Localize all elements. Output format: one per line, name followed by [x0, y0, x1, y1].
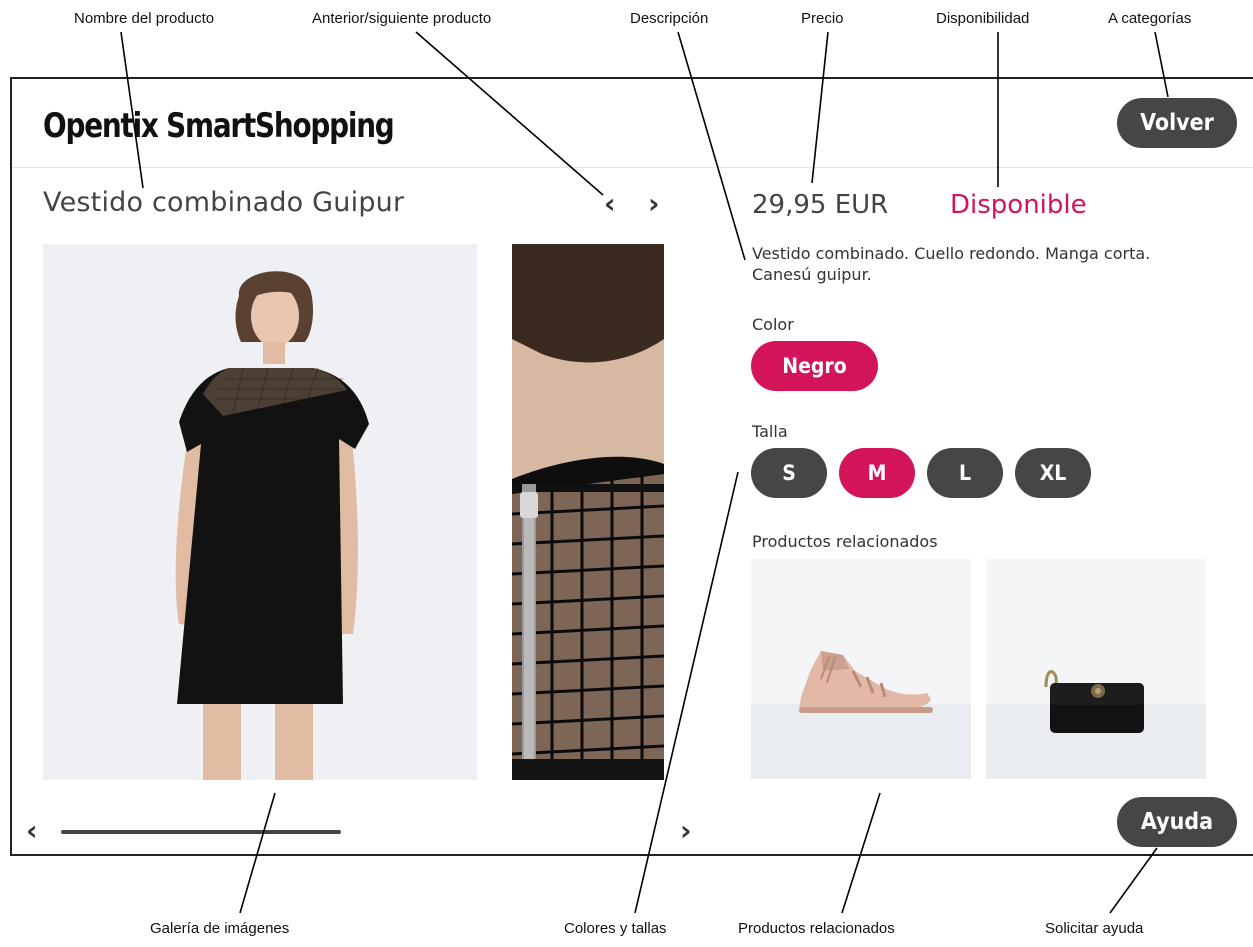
app-logo: Opentix SmartShopping — [43, 106, 395, 146]
annotation-availability: Disponibilidad — [936, 10, 1030, 27]
color-label: Color — [752, 315, 794, 334]
app-window: Opentix SmartShopping Volver Vestido com… — [10, 77, 1253, 856]
availability-status: Disponible — [950, 190, 1087, 220]
header-divider — [12, 167, 1253, 168]
help-button[interactable]: Ayuda — [1117, 797, 1237, 847]
product-price: 29,95 EUR — [752, 190, 889, 220]
product-name: Vestido combinado Guipur — [43, 187, 405, 218]
size-option-xl[interactable]: XL — [1015, 448, 1091, 498]
annotation-related: Productos relacionados — [738, 920, 895, 937]
annotation-gallery: Galería de imágenes — [150, 920, 290, 937]
sandal-photo — [799, 651, 933, 713]
gallery-prev-icon[interactable]: ‹ — [26, 817, 38, 845]
size-option-s[interactable]: S — [751, 448, 827, 498]
size-option-m[interactable]: M — [839, 448, 915, 498]
related-product-handbag[interactable] — [986, 559, 1206, 779]
handbag-photo — [1044, 670, 1144, 733]
dress-back-detail-photo — [512, 244, 664, 780]
annotation-help: Solicitar ayuda — [1045, 920, 1144, 937]
gallery-next-icon[interactable]: › — [680, 817, 692, 845]
prev-product-icon[interactable]: ‹ — [604, 190, 616, 218]
pointer-help — [1109, 847, 1158, 914]
product-description: Vestido combinado. Cuello redondo. Manga… — [752, 244, 1151, 284]
related-product-sandal[interactable] — [751, 559, 971, 779]
next-product-icon[interactable]: › — [648, 190, 660, 218]
related-products-label: Productos relacionados — [752, 532, 938, 551]
color-option-negro[interactable]: Negro — [751, 341, 878, 391]
gallery-main-image[interactable] — [43, 244, 477, 780]
gallery-detail-image[interactable] — [512, 244, 664, 780]
annotation-prev-next: Anterior/siguiente producto — [312, 10, 492, 27]
dress-model-photo — [43, 244, 477, 780]
back-button[interactable]: Volver — [1117, 98, 1237, 148]
annotation-price: Precio — [801, 10, 844, 27]
annotation-colors-sizes: Colores y tallas — [564, 920, 667, 937]
annotation-description: Descripción — [630, 10, 709, 27]
annotation-product-name: Nombre del producto — [74, 10, 215, 27]
size-label: Talla — [752, 422, 788, 441]
annotation-to-categories: A categorías — [1108, 10, 1192, 27]
gallery-scrollbar[interactable] — [61, 830, 341, 834]
size-option-l[interactable]: L — [927, 448, 1003, 498]
